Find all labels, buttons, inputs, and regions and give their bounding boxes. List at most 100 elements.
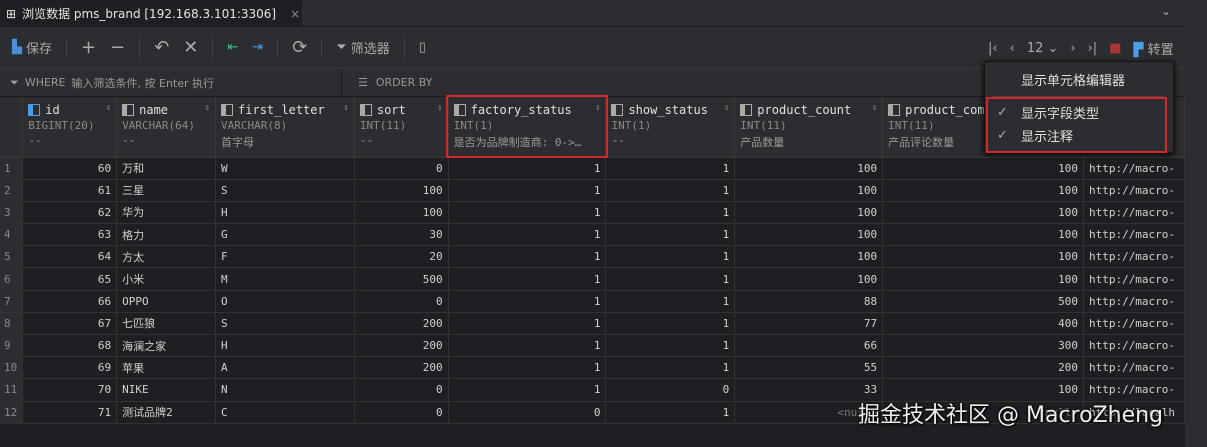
table-cell[interactable]: NIKE (116, 378, 217, 402)
table-cell[interactable]: 100 (882, 267, 1084, 291)
table-row[interactable]: 5 64 方太 F 20 1 1 100 100 http://macro- (0, 245, 1186, 269)
menu-item-show-field-type[interactable]: ✓ 显示字段类型 (985, 101, 1173, 123)
table-cell[interactable]: 200 (882, 356, 1084, 380)
table-cell[interactable]: 1 (448, 356, 607, 380)
table-cell[interactable]: 1 (605, 201, 736, 225)
table-cell[interactable]: 100 (882, 157, 1084, 180)
column-header-first_letter[interactable]: first_letter VARCHAR(8) 首字母 ⇕ (215, 97, 355, 158)
table-cell[interactable]: H (215, 334, 355, 358)
import-button[interactable]: ⇤ (227, 40, 238, 55)
column-header-name[interactable]: name VARCHAR(64) -- ⇕ (116, 97, 217, 158)
order-by-input[interactable]: ☰ ORDER BY (342, 76, 432, 89)
table-cell[interactable]: 300 (882, 334, 1084, 358)
table-cell[interactable]: 华为 (116, 201, 217, 225)
table-cell[interactable]: 100 (734, 267, 884, 291)
column-header-id[interactable]: id BIGINT(20) -- ⇕ (22, 97, 118, 158)
last-page-icon[interactable]: ›| (1088, 41, 1098, 56)
table-cell[interactable]: S (215, 312, 355, 336)
table-cell[interactable]: 万和 (116, 157, 217, 180)
export-button[interactable]: ⇥ (252, 40, 263, 55)
table-cell[interactable]: 1 (605, 401, 736, 424)
table-cell[interactable]: 1 (605, 290, 736, 313)
table-cell[interactable]: 100 (734, 223, 884, 247)
table-cell[interactable]: http://macro- (1083, 201, 1186, 225)
sort-icon[interactable]: ⇕ (595, 103, 600, 113)
table-cell[interactable]: G (215, 223, 355, 247)
add-row-button[interactable]: + (81, 37, 96, 58)
table-cell[interactable]: 20 (354, 245, 449, 269)
undo-button[interactable]: ↶ (154, 37, 169, 58)
table-cell[interactable]: 1 (605, 245, 736, 269)
table-cell[interactable]: http://macro- (1083, 223, 1186, 247)
table-cell[interactable]: 100 (882, 201, 1084, 225)
table-cell[interactable]: 1 (605, 223, 736, 247)
sort-icon[interactable]: ⇕ (872, 103, 877, 113)
column-header-sort[interactable]: sort INT(11) -- ⇕ (354, 97, 449, 158)
table-cell[interactable]: 七匹狼 (116, 312, 217, 336)
table-cell[interactable]: 1 (605, 157, 736, 180)
delete-row-button[interactable]: − (110, 37, 125, 58)
table-cell[interactable]: 0 (354, 157, 449, 180)
table-cell[interactable]: 1 (605, 267, 736, 291)
table-cell[interactable]: 100 (882, 245, 1084, 269)
table-cell[interactable]: 55 (734, 356, 884, 380)
next-page-icon[interactable]: › (1070, 41, 1075, 56)
table-row[interactable]: 10 69 苹果 A 200 1 1 55 200 http://macro- (0, 356, 1186, 380)
table-cell[interactable]: 0 (354, 378, 449, 402)
table-cell[interactable]: 63 (22, 223, 118, 247)
table-cell[interactable]: 61 (22, 179, 118, 202)
menu-item-show-cell-editor[interactable]: 显示单元格编辑器 (985, 68, 1173, 90)
table-cell[interactable]: 200 (354, 334, 449, 358)
column-header-factory_status[interactable]: factory_status INT(1) 是否为品牌制造商: 0->… ⇕ (448, 97, 607, 158)
tab-browse-data[interactable]: ⊞ 浏览数据 pms_brand [192.168.3.101:3306] × (0, 0, 302, 27)
table-cell[interactable]: http://macro- (1083, 356, 1186, 380)
table-cell[interactable]: 1 (448, 157, 607, 180)
table-cell[interactable]: 三星 (116, 179, 217, 202)
table-cell[interactable]: S (215, 179, 355, 202)
table-row[interactable]: 4 63 格力 G 30 1 1 100 100 http://macro- (0, 223, 1186, 247)
table-cell[interactable]: http://macro- (1083, 312, 1186, 336)
table-cell[interactable]: 100 (354, 201, 449, 225)
chevron-down-icon[interactable]: ⌄ (1161, 4, 1171, 18)
table-cell[interactable]: 测试品牌2 (116, 401, 217, 424)
table-cell[interactable]: 小米 (116, 267, 217, 291)
table-row[interactable]: 6 65 小米 M 500 1 1 100 100 http://macro- (0, 267, 1186, 291)
table-cell[interactable]: 71 (22, 401, 118, 424)
table-cell[interactable]: 方太 (116, 245, 217, 269)
cancel-button[interactable]: ✕ (183, 37, 198, 58)
table-cell[interactable]: 1 (448, 378, 607, 402)
table-cell[interactable]: http://macro- (1083, 179, 1186, 202)
sort-icon[interactable]: ⇕ (343, 103, 348, 113)
transpose-button[interactable]: ▛ 转置 (1133, 39, 1173, 58)
table-cell[interactable]: 1 (448, 245, 607, 269)
table-cell[interactable]: 66 (734, 334, 884, 358)
table-cell[interactable]: 1 (448, 290, 607, 313)
table-cell[interactable]: 100 (354, 179, 449, 202)
table-cell[interactable]: http://macro- (1083, 157, 1186, 180)
table-cell[interactable]: 68 (22, 334, 118, 358)
table-cell[interactable]: O (215, 290, 355, 313)
table-cell[interactable]: 1 (448, 334, 607, 358)
sort-icon[interactable]: ⇕ (106, 103, 111, 113)
first-page-icon[interactable]: |‹ (988, 41, 998, 56)
stop-icon[interactable]: ■ (1109, 41, 1121, 56)
table-row[interactable]: 8 67 七匹狼 S 200 1 1 77 400 http://macro- (0, 312, 1186, 336)
table-row[interactable]: 2 61 三星 S 100 1 1 100 100 http://macro- (0, 179, 1186, 202)
table-row[interactable]: 1 60 万和 W 0 1 1 100 100 http://macro- (0, 157, 1186, 180)
table-cell[interactable]: 海澜之家 (116, 334, 217, 358)
table-cell[interactable]: http://macro- (1083, 245, 1186, 269)
table-cell[interactable]: 1 (448, 201, 607, 225)
table-cell[interactable]: 1 (605, 312, 736, 336)
table-cell[interactable]: F (215, 245, 355, 269)
table-cell[interactable]: 格力 (116, 223, 217, 247)
table-cell[interactable]: 100 (734, 179, 884, 202)
table-cell[interactable]: 0 (448, 401, 607, 424)
sort-icon[interactable]: ⇕ (205, 103, 210, 113)
table-cell[interactable]: A (215, 356, 355, 380)
table-cell[interactable]: 66 (22, 290, 118, 313)
table-cell[interactable]: http://macro- (1083, 267, 1186, 291)
table-cell[interactable]: 0 (605, 378, 736, 402)
table-cell[interactable]: 1 (605, 179, 736, 202)
table-cell[interactable]: 100 (882, 179, 1084, 202)
table-cell[interactable]: H (215, 201, 355, 225)
